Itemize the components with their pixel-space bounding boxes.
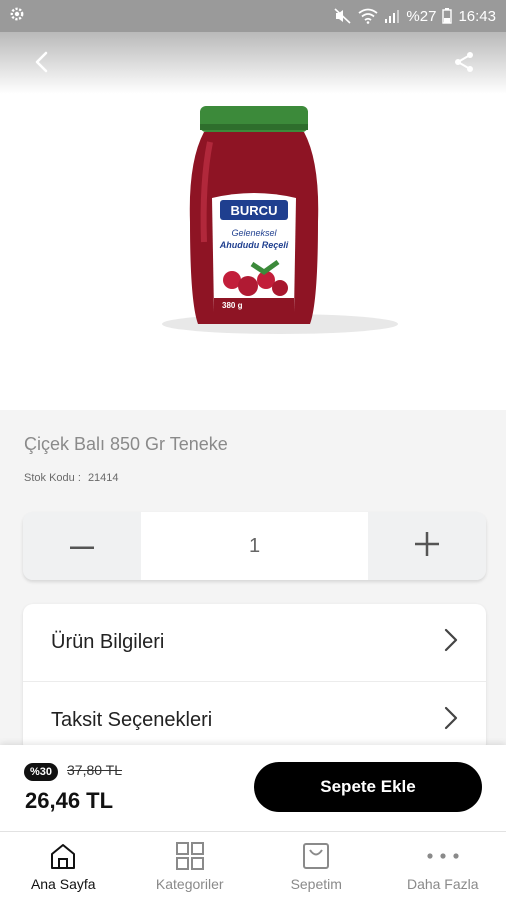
back-button[interactable] [22,43,62,83]
quantity-stepper: 1 [23,512,486,580]
quantity-value[interactable]: 1 [141,512,368,580]
stock-code-label: Stok Kodu : [24,472,81,484]
status-bar: %27 16:43 [0,0,506,32]
mute-icon [334,8,352,24]
home-icon [48,841,78,871]
bag-icon [301,841,331,871]
battery-icon [442,8,453,24]
more-dots-icon [426,841,460,871]
increase-quantity-button[interactable] [368,512,486,580]
wifi-icon [358,8,378,24]
discount-badge: %30 [24,763,59,781]
battery-percent: %27 [406,7,437,25]
jar-line1: Geleneksel [231,228,277,238]
nav-label: Kategoriler [155,876,224,892]
product-info-list: Ürün Bilgileri Taksit Seçenekleri [23,604,486,754]
product-image[interactable]: BURCU Geleneksel Ahududu Reçeli 380 g [160,102,420,342]
new-price: 26,46 TL [25,788,114,813]
info-row-taksit-secenekleri[interactable]: Taksit Seçenekleri [23,682,486,754]
old-price: 37,80 TL [67,762,123,778]
chevron-left-icon [34,51,50,76]
info-row-label: Ürün Bilgileri [51,631,165,653]
plus-icon [415,531,439,561]
nav-item-daha-fazla[interactable]: Daha Fazla [380,832,506,900]
product-title: Çiçek Balı 850 Gr Teneke [24,434,228,454]
settings-gear-icon [8,5,26,27]
stock-code-line: Stok Kodu : 21414 [24,472,119,484]
grid-icon [175,841,205,871]
info-row-label: Taksit Seçenekleri [51,709,213,731]
add-to-cart-button[interactable]: Sepete Ekle [254,762,482,812]
product-image-area: BURCU Geleneksel Ahududu Reçeli 380 g [0,94,506,410]
signal-icon [384,9,400,23]
jar-brand: BURCU [231,203,278,218]
app-header [0,32,506,94]
share-button[interactable] [444,43,484,83]
info-row-urun-bilgileri[interactable]: Ürün Bilgileri [23,604,486,682]
bottom-nav: Ana Sayfa Kategoriler Sepetim Daha Fazla [0,831,506,900]
stock-code-value: 21414 [87,472,119,484]
nav-item-ana-sayfa[interactable]: Ana Sayfa [0,832,127,900]
jar-line2: Ahududu Reçeli [219,240,289,250]
decrease-quantity-button[interactable] [23,512,141,580]
nav-label: Sepetim [290,876,342,892]
nav-label: Ana Sayfa [30,876,96,892]
price-bar: %30 37,80 TL 26,46 TL Sepete Ekle [0,745,506,831]
minus-icon [70,537,94,555]
clock: 16:43 [458,7,496,25]
chevron-right-icon [444,628,458,657]
nav-item-kategoriler[interactable]: Kategoriler [127,832,254,900]
chevron-right-icon [444,706,458,735]
share-icon [453,51,475,76]
nav-item-sepetim[interactable]: Sepetim [253,832,380,900]
jar-weight: 380 g [222,301,243,310]
nav-label: Daha Fazla [406,876,479,892]
